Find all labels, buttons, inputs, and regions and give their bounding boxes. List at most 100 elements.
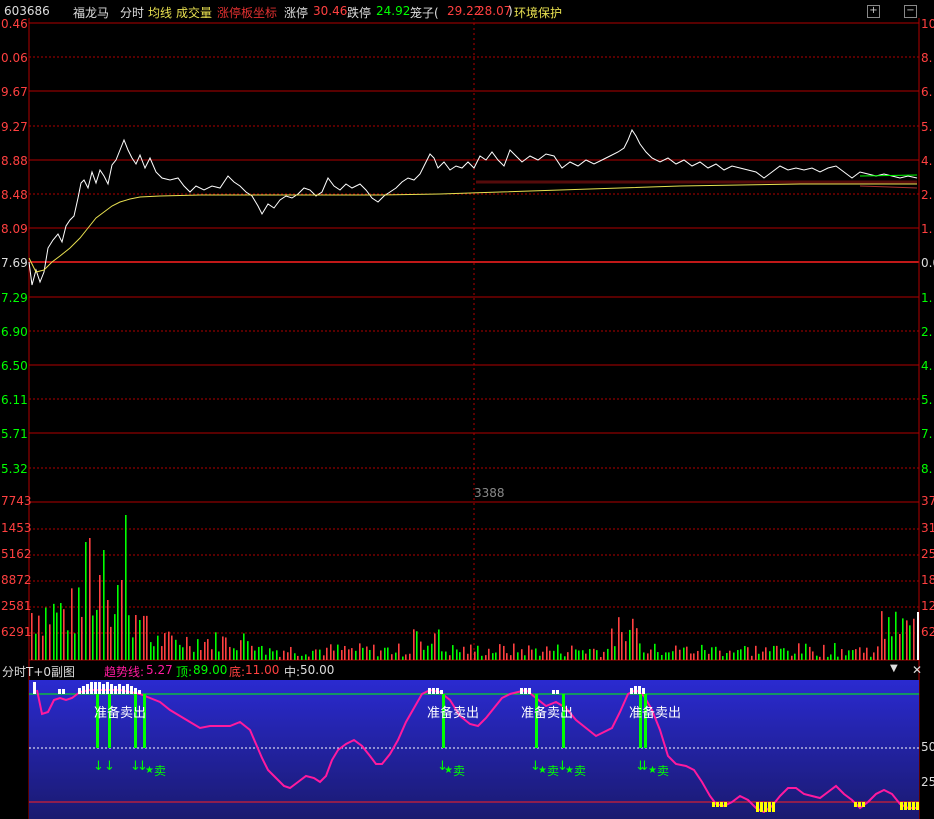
volume-bar: [413, 629, 415, 660]
histogram-bar-low: [772, 802, 775, 812]
volume-bar: [225, 637, 227, 660]
volume-bar: [744, 645, 746, 660]
volume-bar: [560, 653, 562, 660]
pct-tick-label: 2.: [921, 325, 933, 339]
price-tick-label: 9.27: [1, 120, 28, 134]
volume-bar: [114, 614, 116, 660]
volume-bar: [809, 646, 811, 660]
sell-arrow-icon: ↓: [104, 759, 115, 774]
pct-tick-label: 5.: [921, 120, 933, 134]
pct-tick-label: 1.: [921, 291, 933, 305]
pct-tick-label: 6.: [921, 85, 933, 99]
histogram-bar-low: [858, 802, 861, 807]
pct-tick-label: 1.: [921, 222, 933, 236]
volume-bar: [776, 645, 778, 660]
volume-bar: [85, 542, 87, 660]
volume-bar: [193, 651, 195, 660]
sell-star-icon: ★: [145, 765, 154, 776]
sub-chart-title[interactable]: 分时T+0副图: [2, 663, 75, 680]
bottom-value: 11.00: [245, 663, 280, 677]
volume-bar: [578, 650, 580, 660]
volume-bar: [783, 648, 785, 660]
volume-bar: [143, 615, 145, 660]
volume-bar: [521, 649, 523, 660]
volume-bar: [877, 646, 879, 660]
histogram-bar: [552, 690, 555, 694]
volume-bar: [845, 655, 847, 660]
sub-tick-label: 25: [921, 775, 934, 789]
histogram-bar-low: [862, 802, 865, 807]
volume-bar: [427, 645, 429, 660]
price-tick-label: 8.09: [1, 222, 28, 236]
volume-tick-label: 6291: [1, 625, 32, 639]
volume-bar: [884, 638, 886, 660]
intraday-chart[interactable]: ↓ ↓ ↓↓ ↓ ↓ ↓ ↓↓★ ★ ★ ★ ★: [0, 0, 934, 819]
histogram-bar-low: [716, 802, 719, 807]
volume-bar: [420, 641, 422, 660]
price-tick-label: 0.46: [1, 17, 28, 31]
volume-bar: [618, 617, 620, 660]
volume-bar: [409, 653, 411, 660]
volume-bar: [197, 639, 199, 660]
sub-close-icon[interactable]: ✕: [912, 663, 922, 677]
volume-bar: [837, 656, 839, 660]
volume-bar: [128, 615, 130, 660]
volume-bar: [395, 652, 397, 660]
volume-bar: [171, 635, 173, 660]
volume-bar: [305, 654, 307, 660]
volume-bar: [431, 643, 433, 660]
volume-bar: [211, 649, 213, 660]
price-tick-label: 8.88: [1, 154, 28, 168]
volume-bar: [848, 650, 850, 660]
sub-dropdown-icon[interactable]: ▼: [890, 663, 898, 674]
volume-bar: [567, 652, 569, 660]
volume-bar: [546, 646, 548, 660]
mid-value: 50.00: [300, 663, 335, 677]
volume-bar: [96, 609, 98, 660]
volume-bar: [117, 585, 119, 660]
volume-bar: [269, 648, 271, 660]
volume-bar: [873, 652, 875, 660]
volume-bar: [92, 615, 94, 660]
volume-bar: [229, 646, 231, 660]
price-tick-label: 7.29: [1, 291, 28, 305]
volume-bar: [863, 652, 865, 660]
volume-bar: [852, 650, 854, 660]
volume-bar: [49, 624, 51, 660]
volume-bar: [765, 647, 767, 660]
volume-bar: [323, 655, 325, 660]
volume-bar: [45, 607, 47, 660]
volume-bar: [535, 648, 537, 660]
volume-bar: [333, 650, 335, 660]
bottom-label: 底:: [229, 665, 246, 679]
volume-bar: [488, 648, 490, 660]
volume-bar: [899, 633, 901, 660]
volume-bar: [308, 656, 310, 660]
volume-bar: [107, 600, 109, 660]
price-tick-label: 8.48: [1, 188, 28, 202]
volume-bar: [445, 651, 447, 660]
volume-bar: [279, 656, 281, 660]
volume-bar: [715, 646, 717, 660]
volume-bar: [326, 647, 328, 660]
volume-bar: [751, 655, 753, 660]
volume-bar: [769, 651, 771, 660]
volume-bar: [866, 647, 868, 660]
volume-bar: [564, 656, 566, 660]
volume-bar: [373, 644, 375, 660]
volume-bar: [816, 655, 818, 660]
volume-bar: [571, 645, 573, 660]
signal-sell: 卖: [453, 764, 466, 778]
price-tick-label: 7.69: [1, 256, 28, 270]
volume-bar: [330, 644, 332, 660]
histogram-bar: [436, 688, 439, 694]
price-tick-label: 0.06: [1, 51, 28, 65]
volume-bar: [729, 650, 731, 660]
volume-bar: [575, 649, 577, 660]
volume-bar: [384, 647, 386, 660]
volume-bar: [351, 648, 353, 660]
sell-arrow-icon: ↓: [93, 759, 104, 774]
volume-bar: [913, 618, 915, 660]
histogram-bar: [106, 682, 109, 694]
volume-bar: [679, 649, 681, 660]
